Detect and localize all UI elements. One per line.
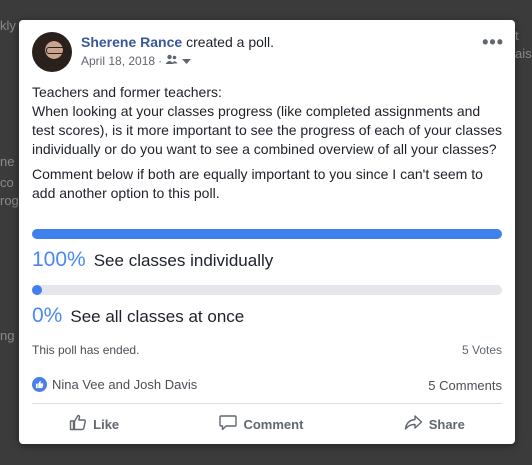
reactions-summary[interactable]: Nina Vee and Josh Davis	[32, 377, 197, 392]
poll-option[interactable]: 0% See all classes at once	[32, 304, 244, 328]
share-arrow-icon	[404, 414, 423, 434]
post-action-text: created a poll.	[186, 34, 275, 50]
poll-option-label: See all classes at once	[70, 307, 245, 326]
poll-option-bar[interactable]	[32, 229, 502, 239]
post-date[interactable]: April 18, 2018	[81, 54, 155, 68]
like-label: Like	[93, 416, 120, 432]
background-fragment: ng	[0, 328, 15, 343]
share-label: Share	[428, 416, 465, 432]
avatar[interactable]	[32, 32, 72, 72]
share-button[interactable]: Share	[404, 414, 465, 434]
poll-option-bar[interactable]	[32, 285, 502, 295]
vote-count[interactable]: 5 Votes	[462, 343, 502, 357]
background-fragment: kly	[0, 18, 16, 33]
poll-bar-fill	[32, 285, 42, 295]
background-fragment: ais	[515, 46, 532, 61]
post-meta: April 18, 2018 ·	[81, 54, 192, 68]
chevron-down-icon[interactable]	[182, 54, 192, 68]
audience-friends-icon[interactable]	[165, 54, 179, 68]
poll-bar-fill	[32, 229, 502, 239]
poll-option-percent: 0%	[32, 304, 63, 327]
background-fragment: co	[0, 175, 14, 190]
poll-option-percent: 100%	[32, 248, 86, 271]
more-options-icon[interactable]: •••	[482, 32, 504, 53]
background-fragment: t	[515, 28, 519, 43]
poll-option[interactable]: 100% See classes individually	[32, 248, 273, 272]
like-reaction-icon	[32, 377, 47, 392]
post-paragraph: Teachers and former teachers: When looki…	[32, 84, 502, 157]
meta-separator: ·	[158, 54, 163, 68]
thumbs-up-icon	[69, 414, 87, 434]
poll-post-card: Sherene Rance created a poll. April 18, …	[19, 20, 515, 444]
post-actions: Like Comment Share	[19, 406, 515, 442]
post-header: Sherene Rance created a poll.	[81, 34, 274, 50]
poll-status: This poll has ended.	[32, 343, 140, 357]
like-button[interactable]: Like	[69, 414, 119, 434]
background-fragment: ne	[0, 154, 15, 169]
post-paragraph: Comment below if both are equally import…	[32, 166, 483, 201]
comment-count[interactable]: 5 Comments	[428, 378, 502, 393]
post-body: Teachers and former teachers: When looki…	[32, 83, 504, 209]
comment-bubble-icon	[219, 414, 238, 434]
likers-names[interactable]: Nina Vee and Josh Davis	[52, 377, 197, 392]
comment-button[interactable]: Comment	[219, 414, 303, 434]
author-name[interactable]: Sherene Rance	[81, 34, 182, 50]
background-fragment: rog	[0, 193, 19, 208]
divider	[32, 403, 502, 404]
poll-option-label: See classes individually	[93, 251, 274, 270]
comment-label: Comment	[243, 416, 304, 432]
